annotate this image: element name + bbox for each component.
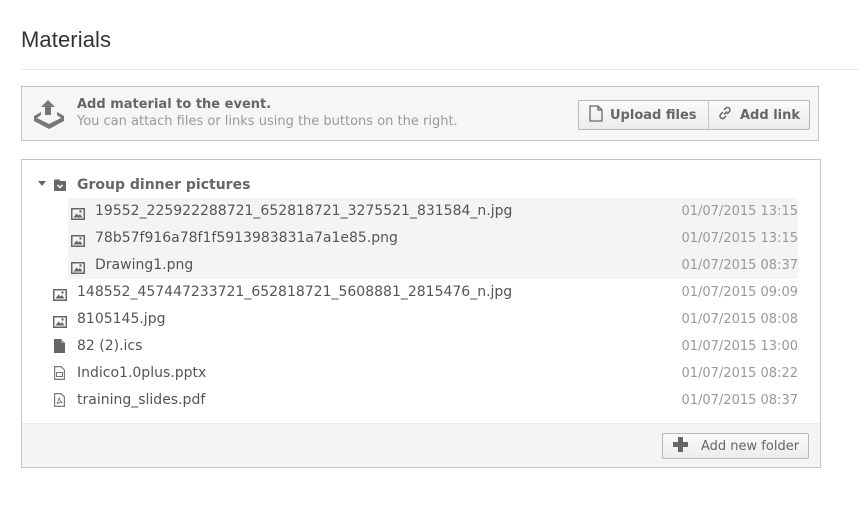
caret-down-icon[interactable] <box>38 181 46 186</box>
add-link-button[interactable]: Add link <box>708 101 809 129</box>
file-name[interactable]: Indico1.0plus.pptx <box>77 365 206 381</box>
upload-description: You can attach files or links using the … <box>77 114 458 129</box>
upload-files-label: Upload files <box>610 107 697 123</box>
file-name[interactable]: 148552_457447233721_652818721_5608881_28… <box>77 284 512 300</box>
materials-tree: Group dinner pictures 19552_225922288721… <box>21 159 821 468</box>
image-icon <box>71 205 85 224</box>
pdf-icon <box>54 392 65 411</box>
file-date: 01/07/2015 08:22 <box>681 366 798 381</box>
material-actions: Upload files Add link <box>578 100 810 130</box>
page-title: Materials <box>21 27 112 52</box>
title-divider <box>21 69 859 70</box>
file-name[interactable]: 82 (2).ics <box>77 338 142 354</box>
image-icon <box>53 286 67 305</box>
upload-tray-icon <box>32 98 66 130</box>
presentation-icon <box>54 365 65 384</box>
file-name[interactable]: training_slides.pdf <box>77 392 205 408</box>
file-date: 01/07/2015 13:00 <box>681 339 798 354</box>
file-name[interactable]: 19552_225922288721_652818721_3275521_831… <box>95 203 512 219</box>
file-icon <box>589 104 610 126</box>
folder-name[interactable]: Group dinner pictures <box>77 177 250 193</box>
file-date: 01/07/2015 08:37 <box>681 258 798 273</box>
file-date: 01/07/2015 09:09 <box>681 285 798 300</box>
tree-footer: Add new folder <box>22 423 820 467</box>
file-row[interactable]: Indico1.0plus.pptx 01/07/2015 08:22 <box>50 360 798 387</box>
add-new-folder-label: Add new folder <box>701 438 800 454</box>
link-icon <box>717 105 740 125</box>
file-row[interactable]: 148552_457447233721_652818721_5608881_28… <box>50 279 798 306</box>
file-date: 01/07/2015 13:15 <box>681 204 798 219</box>
file-row[interactable]: 78b57f916a78f1f5913983831a7a1e85.png 01/… <box>68 225 798 252</box>
image-icon <box>53 313 67 332</box>
upload-heading: Add material to the event. <box>77 97 272 112</box>
file-row[interactable]: training_slides.pdf 01/07/2015 08:37 <box>50 387 798 414</box>
file-row[interactable]: 82 (2).ics 01/07/2015 13:00 <box>50 333 798 360</box>
file-icon <box>54 338 65 357</box>
file-name[interactable]: 78b57f916a78f1f5913983831a7a1e85.png <box>95 230 398 246</box>
file-row[interactable]: 8105145.jpg 01/07/2015 08:08 <box>50 306 798 333</box>
plus-icon <box>663 436 701 456</box>
file-date: 01/07/2015 08:08 <box>681 312 798 327</box>
image-icon <box>71 232 85 251</box>
file-date: 01/07/2015 13:15 <box>681 231 798 246</box>
add-link-label: Add link <box>740 107 801 123</box>
file-name[interactable]: Drawing1.png <box>95 257 193 273</box>
add-new-folder-button[interactable]: Add new folder <box>662 433 809 459</box>
upload-files-button[interactable]: Upload files <box>579 101 708 129</box>
file-row[interactable]: Drawing1.png 01/07/2015 08:37 <box>68 252 798 279</box>
image-icon <box>71 259 85 278</box>
folder-row[interactable]: Group dinner pictures <box>22 176 820 196</box>
folder-icon <box>53 177 67 196</box>
file-row[interactable]: 19552_225922288721_652818721_3275521_831… <box>68 198 798 225</box>
file-name[interactable]: 8105145.jpg <box>77 311 165 327</box>
add-material-box: Add material to the event. You can attac… <box>21 86 819 141</box>
file-date: 01/07/2015 08:37 <box>681 393 798 408</box>
